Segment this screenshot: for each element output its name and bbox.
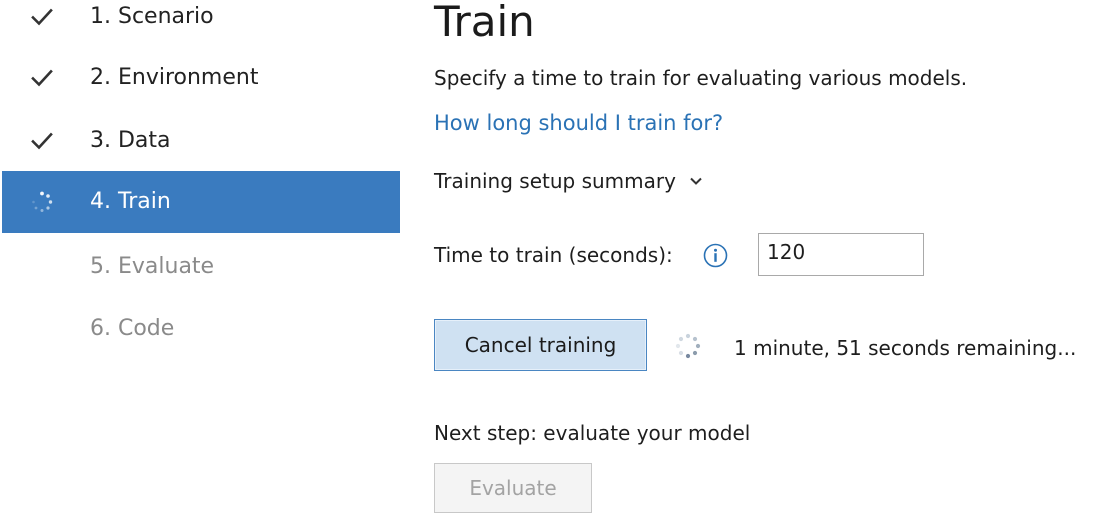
train-panel: Train Specify a time to train for evalua… — [434, 0, 1100, 515]
spinner-icon — [674, 332, 702, 360]
chevron-down-icon — [688, 173, 704, 189]
summary-toggle-label: Training setup summary — [434, 169, 676, 193]
sidebar-step-label: 4. Train — [90, 189, 171, 214]
sidebar-step-data[interactable]: 3. Data — [2, 110, 400, 172]
cancel-training-button[interactable]: Cancel training — [434, 319, 647, 371]
model-builder-window: 1. Scenario 2. Environment 3. Data 4. Tr… — [0, 0, 1100, 515]
sidebar-step-evaluate[interactable]: 5. Evaluate — [2, 236, 400, 298]
training-setup-summary-toggle[interactable]: Training setup summary — [434, 167, 704, 195]
sidebar-step-train[interactable]: 4. Train — [2, 171, 400, 233]
sidebar-step-label: 5. Evaluate — [90, 254, 215, 279]
checkmark-icon — [30, 129, 54, 153]
training-time-help-link[interactable]: How long should I train for? — [434, 109, 723, 137]
time-to-train-input[interactable] — [758, 233, 924, 276]
info-icon[interactable] — [703, 243, 728, 268]
sidebar-step-environment[interactable]: 2. Environment — [2, 47, 400, 109]
sidebar-step-label: 2. Environment — [90, 65, 259, 90]
checkmark-icon — [30, 5, 54, 29]
page-title: Train — [434, 0, 535, 46]
time-remaining-status: 1 minute, 51 seconds remaining... — [734, 336, 1077, 360]
next-step-text: Next step: evaluate your model — [434, 421, 751, 445]
sidebar-step-scenario[interactable]: 1. Scenario — [2, 0, 400, 48]
spinner-icon — [30, 190, 54, 214]
page-description: Specify a time to train for evaluating v… — [434, 66, 968, 90]
time-to-train-label: Time to train (seconds): — [434, 243, 673, 267]
sidebar-step-label: 6. Code — [90, 316, 175, 341]
sidebar-step-label: 3. Data — [90, 128, 171, 153]
sidebar-step-code[interactable]: 6. Code — [2, 298, 400, 360]
checkmark-icon — [30, 66, 54, 90]
steps-sidebar: 1. Scenario 2. Environment 3. Data 4. Tr… — [0, 0, 400, 515]
sidebar-step-label: 1. Scenario — [90, 4, 214, 29]
evaluate-button[interactable]: Evaluate — [434, 463, 592, 513]
